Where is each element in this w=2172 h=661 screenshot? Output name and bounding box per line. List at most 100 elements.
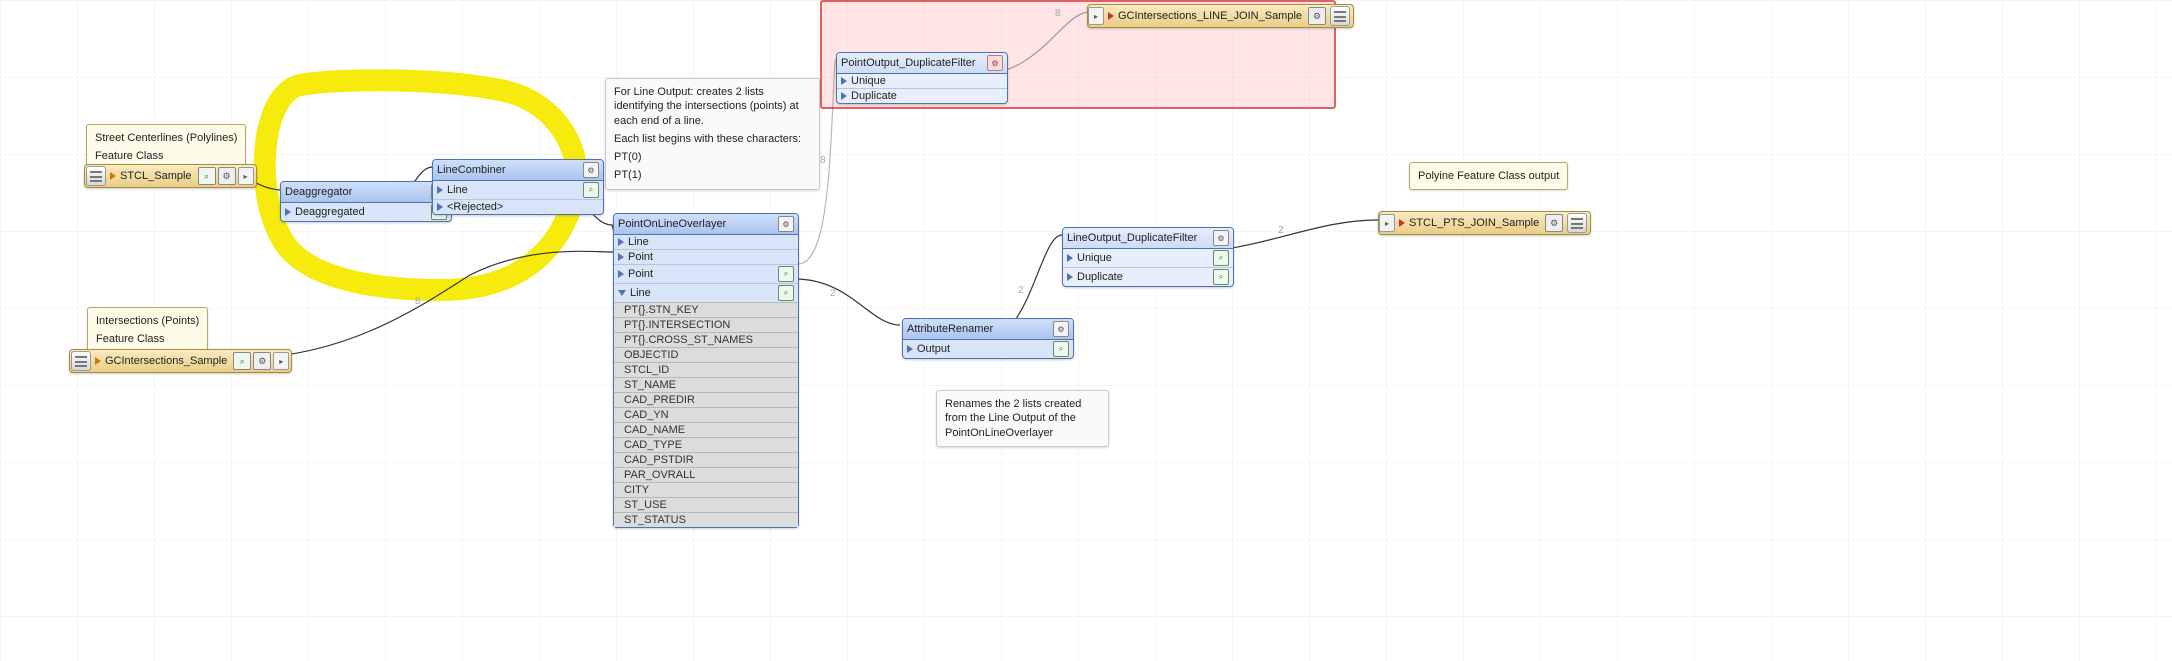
attribute-row: CITY <box>614 482 798 497</box>
edge-label: 2 <box>1278 225 1284 236</box>
expand-icon[interactable]: ▸ <box>1088 7 1104 25</box>
port-label: Line <box>628 236 794 248</box>
gear-icon[interactable]: ⚙ <box>1213 230 1229 246</box>
edge-label: 8 <box>415 296 421 307</box>
annotation-writer-desc: Polyine Feature Class output <box>1409 162 1568 190</box>
port-label: Point <box>628 251 794 263</box>
attribute-row: STCL_ID <box>614 362 798 377</box>
port-label: Output <box>917 343 1049 355</box>
port-arrow-icon <box>618 253 624 261</box>
attribute-row: ST_NAME <box>614 377 798 392</box>
port-label: Line <box>630 287 774 299</box>
port-duplicate[interactable]: Duplicate <box>837 88 1007 103</box>
gear-icon[interactable]: ⚙ <box>218 167 236 185</box>
transformer-title: PointOnLineOverlayer <box>618 218 774 230</box>
gear-icon[interactable]: ⚙ <box>1053 321 1069 337</box>
port-out-point[interactable]: Point ⌕ <box>614 264 798 283</box>
attribute-row: CAD_YN <box>614 407 798 422</box>
attribute-row: CAD_TYPE <box>614 437 798 452</box>
port-arrow-icon <box>437 186 443 194</box>
yellow-highlight <box>0 0 2172 661</box>
edge-label: 2 <box>1018 285 1024 296</box>
port-label: Duplicate <box>851 90 1003 102</box>
port-in-point[interactable]: Point <box>614 249 798 264</box>
transformer-attributerenamer[interactable]: AttributeRenamer ⚙ Output ⌕ <box>902 318 1074 359</box>
attribute-row: OBJECTID <box>614 347 798 362</box>
expand-icon[interactable]: ▸ <box>1379 214 1395 232</box>
port-arrow-icon <box>1067 254 1073 262</box>
writer-stcl-pts-join[interactable]: ▸ STCL_PTS_JOIN_Sample ⚙ <box>1378 211 1591 235</box>
attribute-row: ST_STATUS <box>614 512 798 527</box>
port-output[interactable]: Output ⌕ <box>903 340 1073 358</box>
inspect-icon[interactable]: ⌕ <box>778 266 794 282</box>
gear-icon[interactable]: ⚙ <box>583 162 599 178</box>
annotation-renamer-desc: Renames the 2 lists created from the Lin… <box>936 390 1109 447</box>
arrow-out-icon <box>110 172 116 180</box>
transformer-pointonlineoverlayer[interactable]: PointOnLineOverlayer ⚙ Line Point Point … <box>613 213 799 528</box>
annot-text: PT(1) <box>614 168 811 182</box>
port-arrow-icon <box>285 208 291 216</box>
inspect-icon[interactable]: ⌕ <box>1053 341 1069 357</box>
attribute-row: CAD_PSTDIR <box>614 452 798 467</box>
transformer-title: Deaggregator <box>285 186 427 198</box>
port-label: <Rejected> <box>447 201 599 213</box>
gear-icon[interactable]: ⚙ <box>1308 7 1326 25</box>
database-icon <box>71 351 91 371</box>
port-label: Duplicate <box>1077 271 1209 283</box>
transformer-lineoutput-duplicatefilter[interactable]: LineOutput_DuplicateFilter ⚙ Unique ⌕ Du… <box>1062 227 1234 287</box>
annotation-line-output-desc: For Line Output: creates 2 lists identif… <box>605 78 820 190</box>
gear-icon[interactable]: ⚙ <box>987 55 1003 71</box>
annotation-intersections: Intersections (Points) Feature Class <box>87 307 208 354</box>
attribute-row: PAR_OVRALL <box>614 467 798 482</box>
annot-text: Feature Class <box>95 149 237 163</box>
gear-icon[interactable]: ⚙ <box>778 216 794 232</box>
port-deaggregated[interactable]: Deaggregated ⌕ <box>281 203 451 221</box>
expand-icon[interactable]: ▸ <box>273 352 289 370</box>
port-unique[interactable]: Unique <box>837 74 1007 88</box>
database-icon <box>86 166 106 186</box>
gear-icon[interactable]: ⚙ <box>253 352 271 370</box>
arrow-out-icon <box>95 357 101 365</box>
gear-icon[interactable]: ⚙ <box>1545 214 1563 232</box>
transformer-pointoutput-duplicatefilter[interactable]: PointOutput_DuplicateFilter ⚙ Unique Dup… <box>836 52 1008 104</box>
port-out-line[interactable]: Line ⌕ <box>614 283 798 302</box>
writer-gcintersections-line-join[interactable]: ▸ GCIntersections_LINE_JOIN_Sample ⚙ <box>1087 4 1354 28</box>
port-arrow-icon <box>618 270 624 278</box>
attribute-row: PT{}.CROSS_ST_NAMES <box>614 332 798 347</box>
annot-text: Intersections (Points) <box>96 314 199 328</box>
transformer-deaggregator[interactable]: Deaggregator ⚙ Deaggregated ⌕ <box>280 181 452 222</box>
annot-text: Street Centerlines (Polylines) <box>95 131 237 145</box>
edge-label: 8 <box>1055 8 1061 19</box>
annot-text: Feature Class <box>96 332 199 346</box>
attribute-row: PT{}.INTERSECTION <box>614 317 798 332</box>
port-unique[interactable]: Unique ⌕ <box>1063 249 1233 267</box>
inspect-icon[interactable]: ⌕ <box>198 167 216 185</box>
port-duplicate[interactable]: Duplicate ⌕ <box>1063 267 1233 286</box>
attribute-row: ST_USE <box>614 497 798 512</box>
inspect-icon[interactable]: ⌕ <box>1213 269 1229 285</box>
feature-name: STCL_PTS_JOIN_Sample <box>1409 217 1543 229</box>
port-arrow-icon <box>437 203 443 211</box>
inspect-icon[interactable]: ⌕ <box>583 182 599 198</box>
port-in-line[interactable]: Line <box>614 235 798 249</box>
feature-name: GCIntersections_Sample <box>105 355 231 367</box>
inspect-icon[interactable]: ⌕ <box>778 285 794 301</box>
port-line[interactable]: Line ⌕ <box>433 181 603 199</box>
port-label: Line <box>447 184 579 196</box>
port-label: Point <box>628 268 774 280</box>
inspect-icon[interactable]: ⌕ <box>233 352 251 370</box>
reader-stcl-sample[interactable]: STCL_Sample ⌕ ⚙ ▸ <box>84 164 257 188</box>
port-label: Unique <box>1077 252 1209 264</box>
annot-text: Polyine Feature Class output <box>1418 169 1559 183</box>
transformer-linecombiner[interactable]: LineCombiner ⚙ Line ⌕ <Rejected> <box>432 159 604 215</box>
annot-text: Renames the 2 lists created from the Lin… <box>945 397 1100 440</box>
port-rejected[interactable]: <Rejected> <box>433 199 603 214</box>
reader-gcintersections-sample[interactable]: GCIntersections_Sample ⌕ ⚙ ▸ <box>69 349 292 373</box>
transformer-title: AttributeRenamer <box>907 323 1049 335</box>
inspect-icon[interactable]: ⌕ <box>1213 250 1229 266</box>
expand-icon[interactable]: ▸ <box>238 167 254 185</box>
annot-text: PT(0) <box>614 150 811 164</box>
transformer-title: LineOutput_DuplicateFilter <box>1067 232 1209 244</box>
feature-name: STCL_Sample <box>120 170 196 182</box>
database-icon <box>1330 6 1350 26</box>
